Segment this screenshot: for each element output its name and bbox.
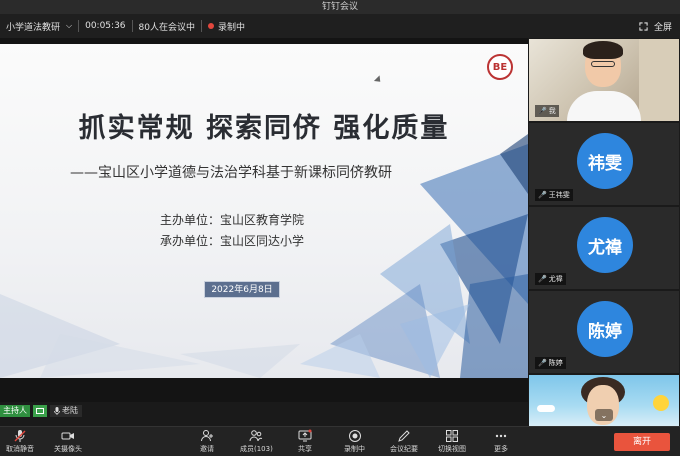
participant-avatar: 陈婷 xyxy=(577,301,633,357)
chevron-down-icon: ⌵ xyxy=(66,21,73,30)
host-name-tag: 老陆 xyxy=(50,405,82,417)
invite-label: 邀请 xyxy=(200,445,214,453)
share-screen-icon xyxy=(298,429,312,442)
participant-tile[interactable]: 尤禕 🎤 尤禕 xyxy=(529,207,679,289)
participant-video-hair xyxy=(583,41,623,59)
minutes-button[interactable]: 会议纪要 xyxy=(390,429,418,454)
switch-view-label: 切换视图 xyxy=(438,445,466,453)
shared-slide: BE 抓实常规 探索同侪 强化质量 ——宝山区小学道德与法治学科基于新课标同侪教… xyxy=(0,44,528,378)
microphone-muted-icon xyxy=(14,430,26,442)
screen-share-icon xyxy=(33,405,47,417)
institution-logo: BE xyxy=(487,54,513,80)
fullscreen-icon xyxy=(639,21,648,31)
participant-count[interactable]: 80人在会议中 xyxy=(133,19,201,33)
record-icon xyxy=(348,430,361,442)
slide-host-org: 主办单位：宝山区教育学院 xyxy=(160,213,305,227)
participant-label: 🎤 尤禕 xyxy=(535,273,566,285)
recording-status: 录制中 xyxy=(202,19,251,33)
more-dots-icon xyxy=(495,434,507,438)
cloud-decoration xyxy=(537,405,555,412)
mute-button[interactable]: 取消静音 xyxy=(6,429,34,454)
meeting-info-bar: 小学道法教研 ⌵ 00:05:36 80人在会议中 录制中 全屏 xyxy=(0,14,680,38)
invite-button[interactable]: 邀请 xyxy=(200,429,214,454)
share-label: 共享 xyxy=(298,445,312,453)
participant-name: 尤禕 xyxy=(548,275,563,283)
active-speaker-bar: 主持人 老陆 xyxy=(0,404,82,418)
participant-tile[interactable]: 陈婷 🎤 陈婷 xyxy=(529,291,679,373)
sun-decoration xyxy=(653,395,669,411)
participant-avatar: 祎雯 xyxy=(577,133,633,189)
participant-sidebar: 🎤 我 祎雯 🎤 王祎雯 尤禕 🎤 尤禕 陈婷 🎤 陈婷 ⌄ xyxy=(528,38,680,426)
slide-subtitle: ——宝山区小学道德与法治学科基于新课标同侪教研 xyxy=(70,165,392,181)
participant-tile[interactable]: 🎤 我 xyxy=(529,39,679,121)
grid-view-icon xyxy=(446,430,458,442)
more-button[interactable]: 更多 xyxy=(494,429,508,454)
slide-title: 抓实常规 探索同侪 强化质量 xyxy=(78,113,450,144)
fullscreen-label: 全屏 xyxy=(653,22,672,33)
meeting-duration: 00:05:36 xyxy=(85,21,126,31)
participant-label: 🎤 王祎雯 xyxy=(535,189,573,201)
invite-user-icon xyxy=(201,430,213,442)
chevron-down-icon: ⌄ xyxy=(600,410,608,420)
camera-button[interactable]: 关摄像头 xyxy=(54,429,82,454)
participant-name: 王祎雯 xyxy=(548,191,570,199)
recording-dot-icon xyxy=(207,23,214,29)
participant-label: 🎤 陈婷 xyxy=(535,357,566,369)
participant-video-body xyxy=(567,91,641,121)
members-label: 成员(103) xyxy=(240,445,273,453)
meeting-name: 小学道法教研 xyxy=(6,22,61,33)
host-badge: 主持人 xyxy=(0,405,30,417)
members-button[interactable]: 成员(103) xyxy=(240,429,273,454)
meeting-toolbar: 取消静音 关摄像头 邀请 成员(103) 共享 录制中 会议纪要 切换视图 更多… xyxy=(0,426,680,456)
microphone-icon xyxy=(54,407,60,415)
meeting-name-dropdown[interactable]: 小学道法教研 ⌵ xyxy=(0,19,78,33)
slide-organizer-org: 承办单位：宝山区同达小学 xyxy=(160,234,305,248)
scroll-down-button[interactable]: ⌄ xyxy=(595,409,613,421)
leave-button[interactable]: 离开 xyxy=(614,433,670,451)
fullscreen-button[interactable]: 全屏 xyxy=(639,14,672,38)
mute-label: 取消静音 xyxy=(6,445,34,453)
participant-name: 我 xyxy=(548,107,556,115)
recording-toolbar-label: 录制中 xyxy=(344,445,365,453)
microphone-icon: 🎤 xyxy=(538,107,547,115)
participant-name: 陈婷 xyxy=(548,359,563,367)
participant-tile[interactable]: 祎雯 🎤 王祎雯 xyxy=(529,123,679,205)
recording-label: 录制中 xyxy=(217,22,245,33)
window-title: 钉钉会议 xyxy=(0,0,680,14)
switch-view-button[interactable]: 切换视图 xyxy=(438,429,466,454)
microphone-icon: 🎤 xyxy=(538,359,547,367)
participant-tile[interactable]: ⌄ xyxy=(529,375,679,426)
recording-button[interactable]: 录制中 xyxy=(344,429,365,454)
members-icon xyxy=(249,430,263,442)
logo-text: BE xyxy=(492,61,508,73)
slide-date: 2022年6月8日 xyxy=(204,281,280,298)
participant-video-glasses xyxy=(591,61,615,67)
more-label: 更多 xyxy=(494,445,508,453)
background-shelf xyxy=(639,39,679,121)
pen-icon xyxy=(398,430,410,442)
minutes-label: 会议纪要 xyxy=(390,445,418,453)
share-button[interactable]: 共享 xyxy=(298,429,312,454)
camera-label: 关摄像头 xyxy=(54,445,82,453)
participant-avatar: 尤禕 xyxy=(577,217,633,273)
video-camera-icon xyxy=(61,432,74,440)
microphone-icon: 🎤 xyxy=(538,191,547,199)
host-name: 老陆 xyxy=(62,406,78,415)
microphone-icon: 🎤 xyxy=(538,275,547,283)
participant-label: 🎤 我 xyxy=(535,105,559,117)
